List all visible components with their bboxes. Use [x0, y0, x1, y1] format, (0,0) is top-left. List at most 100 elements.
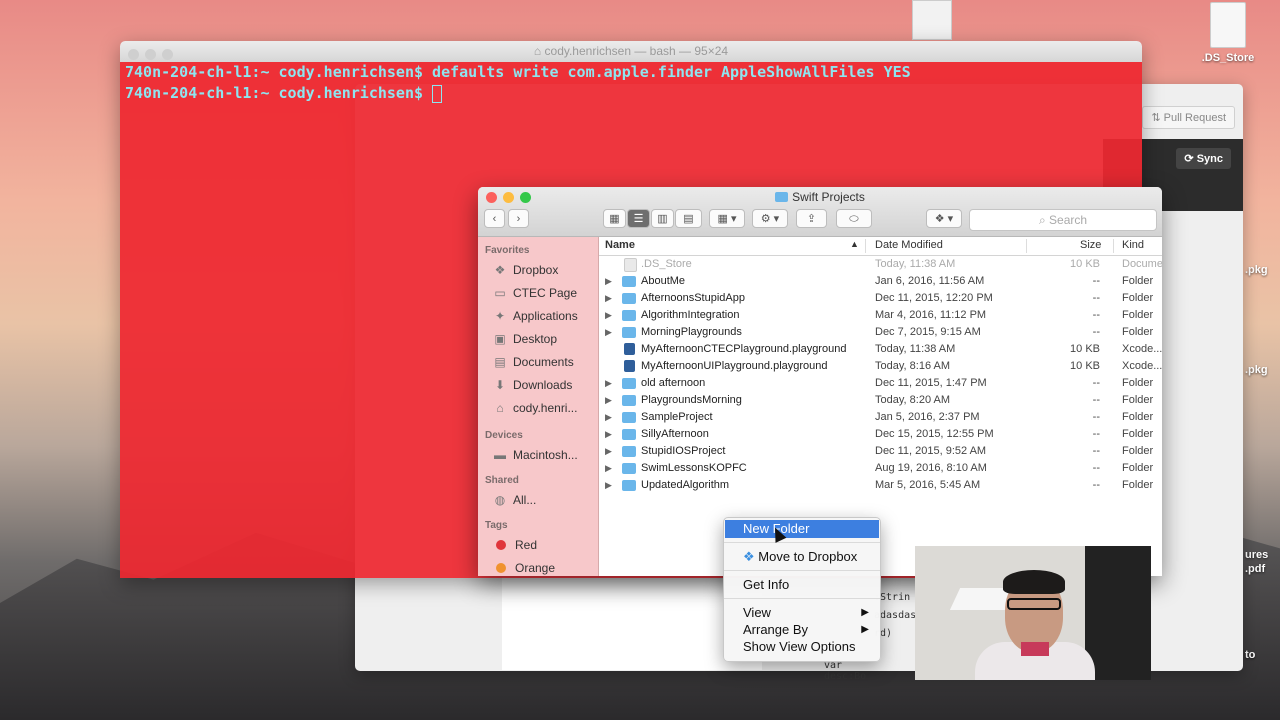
column-header-size[interactable]: Size [1080, 239, 1101, 251]
table-row[interactable]: ▶ PlaygroundsMorning Today, 8:20 AM -- Folde… [599, 392, 1162, 409]
menu-item-show-view-options[interactable]: Show View Options [725, 638, 879, 656]
table-row[interactable]: ▶ AboutMe Jan 6, 2016, 11:56 AM -- Folder [599, 273, 1162, 290]
table-row[interactable]: ▶ UpdatedAlgorithm Mar 5, 2016, 5:45 AM -- F… [599, 477, 1162, 494]
disclosure-triangle-icon[interactable]: ▶ [605, 378, 612, 389]
sidebar-item-dropbox[interactable]: ❖ Dropbox [478, 259, 598, 282]
terminal-titlebar[interactable]: ⌂ cody.henrichsen — bash — 95×24 [120, 41, 1142, 62]
context-menu[interactable]: New Folder ❖ Move to Dropbox Get Info Vi… [723, 517, 881, 662]
menu-item-arrange-by[interactable]: Arrange By ▶ [725, 621, 879, 639]
terminal-prompt: 740n-204-ch-l1:~ cody.henrichsen$ [125, 84, 433, 102]
menu-item-get-info[interactable]: Get Info [725, 576, 879, 594]
tags-button[interactable]: ⬭ [836, 209, 872, 228]
zoom-icon[interactable] [162, 49, 173, 60]
desktop-label: to [1245, 649, 1256, 661]
table-row[interactable]: ▶ SillyAfternoon Dec 15, 2015, 12:55 PM -- F… [599, 426, 1162, 443]
table-row[interactable]: MyAfternoonCTECPlayground.playground Toda… [599, 341, 1162, 358]
table-row[interactable]: ▶ SwimLessonsKOPFC Aug 19, 2016, 8:10 AM --… [599, 460, 1162, 477]
disclosure-triangle-icon[interactable]: ▶ [605, 429, 612, 440]
back-button[interactable]: ‹ [484, 209, 505, 228]
file-kind: Docume [1122, 258, 1162, 270]
cover-flow-button[interactable]: ▤ [675, 209, 702, 228]
sidebar-item-downloads[interactable]: ⬇ Downloads [478, 374, 598, 397]
table-row[interactable]: ▶ SampleProject Jan 5, 2016, 2:37 PM -- Fold… [599, 409, 1162, 426]
table-row[interactable]: ▶ AlgorithmIntegration Mar 4, 2016, 11:12 … [599, 307, 1162, 324]
sidebar-item-macintosh[interactable]: ▬ Macintosh... [478, 444, 598, 467]
column-header-kind[interactable]: Kind [1122, 239, 1144, 251]
folder-icon: ▭ [494, 286, 506, 300]
sidebar-item-all-shared[interactable]: ◍ All... [478, 489, 598, 512]
disclosure-triangle-icon[interactable]: ▶ [605, 395, 612, 406]
pull-request-button[interactable]: ⇅ Pull Request [1142, 106, 1235, 129]
menu-item-new-folder[interactable]: New Folder [725, 520, 879, 538]
submenu-arrow-icon: ▶ [861, 607, 869, 618]
folder-icon [622, 480, 636, 491]
file-size: -- [1092, 275, 1100, 287]
terminal-prompt-line[interactable]: 740n-204-ch-l1:~ cody.henrichsen$ [120, 83, 1142, 104]
disclosure-triangle-icon[interactable]: ▶ [605, 276, 612, 287]
folder-icon [775, 192, 789, 202]
table-row[interactable]: ▶ old afternoon Dec 11, 2015, 1:47 PM -- Fol… [599, 375, 1162, 392]
sidebar-item-desktop[interactable]: ▣ Desktop [478, 328, 598, 351]
disclosure-triangle-icon[interactable]: ▶ [605, 327, 612, 338]
file-size: 10 KB [1070, 343, 1100, 355]
sidebar-item-ctec-page[interactable]: ▭ CTEC Page [478, 282, 598, 305]
column-header-date[interactable]: Date Modified [875, 239, 943, 251]
sidebar-item-tag-orange[interactable]: Orange [478, 557, 598, 576]
sidebar-item-applications[interactable]: ✦ Applications [478, 305, 598, 328]
table-row[interactable]: ▶ AfternoonsStupidApp Dec 11, 2015, 12:20 … [599, 290, 1162, 307]
file-kind: Folder [1122, 462, 1154, 474]
search-input[interactable]: ⌕ Search [969, 209, 1157, 231]
tag-dot-icon [496, 563, 506, 573]
file-name: StupidIOSProject [641, 445, 726, 457]
disclosure-triangle-icon[interactable]: ▶ [605, 446, 612, 457]
file-date: Jan 6, 2016, 11:56 AM [875, 275, 985, 287]
disclosure-triangle-icon[interactable]: ▶ [605, 463, 612, 474]
sidebar-item-tag-red[interactable]: Red [478, 534, 598, 557]
disclosure-triangle-icon[interactable]: ▶ [605, 310, 612, 321]
table-row[interactable]: ▶ MorningPlaygrounds Dec 7, 2015, 9:15 AM -… [599, 324, 1162, 341]
background-door [1085, 546, 1151, 680]
sidebar-header-tags: Tags [485, 520, 508, 531]
menu-item-view[interactable]: View ▶ [725, 604, 879, 622]
table-row[interactable]: .DS_Store Today, 11:38 AM 10 KB Docume [599, 256, 1162, 273]
column-header-name[interactable]: Name [605, 239, 635, 251]
close-icon[interactable] [128, 49, 139, 60]
table-row[interactable]: MyAfternoonUIPlayground.playground Today,… [599, 358, 1162, 375]
forward-button[interactable]: › [508, 209, 529, 228]
playground-file-icon [624, 360, 635, 372]
list-view-button[interactable]: ☰ [627, 209, 650, 228]
action-gear-button[interactable]: ⚙ ▾ [752, 209, 788, 228]
folder-icon [622, 327, 636, 338]
sidebar-header-favorites: Favorites [485, 245, 530, 256]
arrange-button[interactable]: ▦ ▾ [709, 209, 745, 228]
window-controls[interactable] [128, 46, 179, 67]
menu-item-move-to-dropbox[interactable]: ❖ Move to Dropbox [725, 548, 879, 566]
column-view-button[interactable]: ▥ [651, 209, 674, 228]
file-name: AfternoonsStupidApp [641, 292, 745, 304]
column-divider[interactable] [1113, 239, 1114, 253]
desktop-file-ds-store[interactable]: .DS_Store [1196, 2, 1260, 64]
disclosure-triangle-icon[interactable]: ▶ [605, 293, 612, 304]
disclosure-triangle-icon[interactable]: ▶ [605, 480, 612, 491]
desktop-icon: ▣ [494, 332, 506, 346]
file-date: Mar 4, 2016, 11:12 PM [875, 309, 987, 321]
desktop-file-thumbnail[interactable] [912, 0, 952, 40]
file-date: Today, 11:38 AM [875, 258, 956, 270]
sidebar-item-home[interactable]: ⌂ cody.henri... [478, 397, 598, 420]
table-row[interactable]: ▶ StupidIOSProject Dec 11, 2015, 9:52 AM --… [599, 443, 1162, 460]
sync-button[interactable]: ⟳ Sync [1176, 148, 1231, 169]
disclosure-triangle-icon[interactable]: ▶ [605, 412, 612, 423]
column-divider[interactable] [865, 239, 866, 253]
file-size: -- [1092, 326, 1100, 338]
file-kind: Folder [1122, 479, 1154, 491]
dropbox-button[interactable]: ❖ ▾ [926, 209, 962, 228]
sidebar-item-documents[interactable]: ▤ Documents [478, 351, 598, 374]
share-button[interactable]: ⇪ [796, 209, 827, 228]
minimize-icon[interactable] [145, 49, 156, 60]
icon-view-button[interactable]: ▦ [603, 209, 626, 228]
file-size: -- [1092, 411, 1100, 423]
menu-separator [724, 542, 880, 543]
column-divider[interactable] [1026, 239, 1027, 253]
folder-icon [622, 446, 636, 457]
file-name: SampleProject [641, 411, 713, 423]
